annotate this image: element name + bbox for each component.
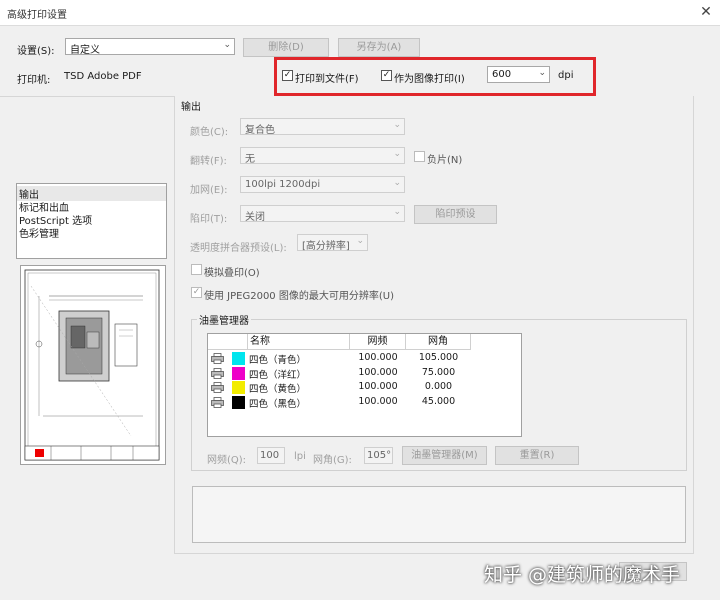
window-title: 高级打印设置 — [7, 10, 67, 21]
ink-angle: 105.000 — [418, 352, 459, 363]
ink-header-spacer — [208, 334, 248, 350]
ink-row[interactable]: 四色（黄色） 100.000 0.000 — [208, 380, 521, 395]
watermark: 知乎 @建筑师的魔术手 — [484, 564, 681, 586]
chevron-down-icon: ⌄ — [393, 149, 401, 159]
ink-header-name: 名称 — [248, 334, 350, 350]
ink-freq: 100.000 — [358, 366, 398, 378]
trap-dropdown[interactable]: 关闭 ⌄ — [240, 205, 405, 223]
ink-name: 四色（黄色） — [249, 384, 307, 395]
ink-name: 四色（黑色） — [249, 398, 307, 410]
jpeg2000-checkbox[interactable]: ✓ — [191, 287, 202, 298]
page-preview — [20, 265, 166, 465]
print-as-image-label: 作为图像打印(I) — [394, 74, 465, 85]
printer-icon[interactable] — [211, 353, 224, 364]
dpi-value: 600 — [492, 69, 512, 80]
save-as-button[interactable]: 另存为(A) — [338, 38, 420, 57]
ink-freq: 100.000 — [358, 381, 398, 392]
ink-name: 四色（青色） — [249, 355, 307, 366]
delete-button[interactable]: 删除(D) — [243, 38, 329, 57]
chevron-down-icon: ⌄ — [538, 68, 546, 78]
ink-header-angle: 网角 — [406, 334, 471, 350]
ink-angle: 0.000 — [424, 381, 453, 392]
close-icon[interactable]: ✕ — [697, 3, 715, 21]
divider — [174, 553, 694, 554]
divider — [174, 96, 175, 553]
ink-manager-title: 油墨管理器 — [197, 312, 251, 327]
printer-icon[interactable] — [211, 382, 224, 393]
ink-angle: 45.000 — [421, 395, 456, 407]
negative-label: 负片(N) — [427, 155, 463, 166]
ink-manager-button[interactable]: 油墨管理器(M) — [402, 446, 487, 465]
printer-icon[interactable] — [211, 367, 224, 379]
chevron-down-icon: ⌄ — [393, 120, 401, 130]
flattener-value: [高分辨率] — [302, 241, 350, 252]
ink-swatch — [232, 381, 245, 394]
flattener-label: 透明度拼合器预设(L): — [190, 243, 287, 254]
freq-label: 网频(Q): — [207, 455, 247, 466]
flip-dropdown[interactable]: 无 ⌄ — [240, 147, 405, 165]
divider — [0, 96, 174, 97]
screening-value: 100lpi 1200dpi — [245, 179, 321, 190]
ink-swatch — [232, 366, 245, 380]
ink-freq: 100.000 — [358, 352, 398, 363]
ink-table[interactable]: 名称 网频 网角 四色（青色） 100.000 105.000 四色（洋红） 100.0… — [207, 333, 522, 437]
ink-row[interactable]: 四色（洋红） 100.000 75.000 — [208, 366, 521, 381]
reset-button[interactable]: 重置(R) — [495, 446, 579, 465]
angle-input[interactable]: 105° — [364, 447, 393, 464]
color-value: 复合色 — [245, 125, 275, 136]
screening-dropdown[interactable]: 100lpi 1200dpi ⌄ — [240, 176, 405, 193]
simulate-overprint-checkbox[interactable] — [191, 264, 202, 275]
settings-value: 自定义 — [70, 45, 100, 56]
print-to-file-label: 打印到文件(F) — [295, 74, 359, 85]
negative-checkbox[interactable] — [414, 151, 425, 162]
angle-value: 105° — [367, 450, 392, 461]
ink-swatch — [232, 352, 245, 365]
printer-name: TSD Adobe PDF — [64, 71, 142, 82]
ink-name: 四色（洋红） — [249, 369, 307, 381]
chevron-down-icon: ⌄ — [223, 40, 231, 50]
divider — [693, 96, 694, 553]
section-title: 输出 — [181, 102, 201, 113]
ink-freq: 100.000 — [358, 395, 398, 407]
simulate-overprint-label: 模拟叠印(O) — [204, 268, 260, 279]
settings-dropdown[interactable]: 自定义 ⌄ — [65, 38, 235, 56]
trap-label: 陷印(T): — [190, 214, 228, 225]
ink-angle: 75.000 — [421, 366, 456, 378]
printer-label: 打印机: — [17, 75, 51, 86]
flip-value: 无 — [245, 154, 255, 165]
ink-row[interactable]: 四色（青色） 100.000 105.000 — [208, 351, 521, 366]
category-list[interactable]: 输出 标记和出血 PostScript 选项 色彩管理 — [16, 183, 167, 259]
jpeg2000-label: 使用 JPEG2000 图像的最大可用分辨率(U) — [204, 291, 394, 302]
dpi-dropdown[interactable]: 600 ⌄ — [487, 66, 550, 83]
title-bar — [0, 0, 720, 26]
flip-label: 翻转(F): — [190, 156, 227, 167]
chevron-down-icon: ⌄ — [393, 178, 401, 188]
chevron-down-icon: ⌄ — [393, 207, 401, 217]
printer-icon[interactable] — [211, 396, 224, 408]
ink-header-freq: 网频 — [350, 334, 406, 350]
ink-row[interactable]: 四色（黑色） 100.000 45.000 — [208, 395, 521, 410]
angle-label: 网角(G): — [313, 455, 352, 466]
chevron-down-icon: ⌄ — [356, 236, 364, 246]
ink-swatch — [232, 395, 245, 409]
trap-value: 关闭 — [245, 212, 265, 223]
print-to-file-checkbox[interactable]: ✓ — [282, 70, 293, 81]
freq-input[interactable]: 100 — [257, 447, 285, 464]
sidebar-item-color-management[interactable]: 色彩管理 — [19, 225, 59, 240]
freq-value: 100 — [260, 450, 280, 461]
trap-preset-button[interactable]: 陷印预设 — [414, 205, 497, 224]
print-as-image-checkbox[interactable]: ✓ — [381, 70, 392, 81]
flattener-dropdown[interactable]: [高分辨率] ⌄ — [297, 234, 368, 252]
settings-label: 设置(S): — [17, 46, 55, 57]
freq-unit: lpi — [294, 451, 306, 462]
color-label: 颜色(C): — [190, 127, 229, 138]
screening-label: 加网(E): — [190, 185, 228, 196]
drawing-thumbnail — [24, 269, 160, 461]
description-area — [192, 486, 686, 543]
color-dropdown[interactable]: 复合色 ⌄ — [240, 118, 405, 136]
dpi-unit: dpi — [558, 70, 574, 81]
